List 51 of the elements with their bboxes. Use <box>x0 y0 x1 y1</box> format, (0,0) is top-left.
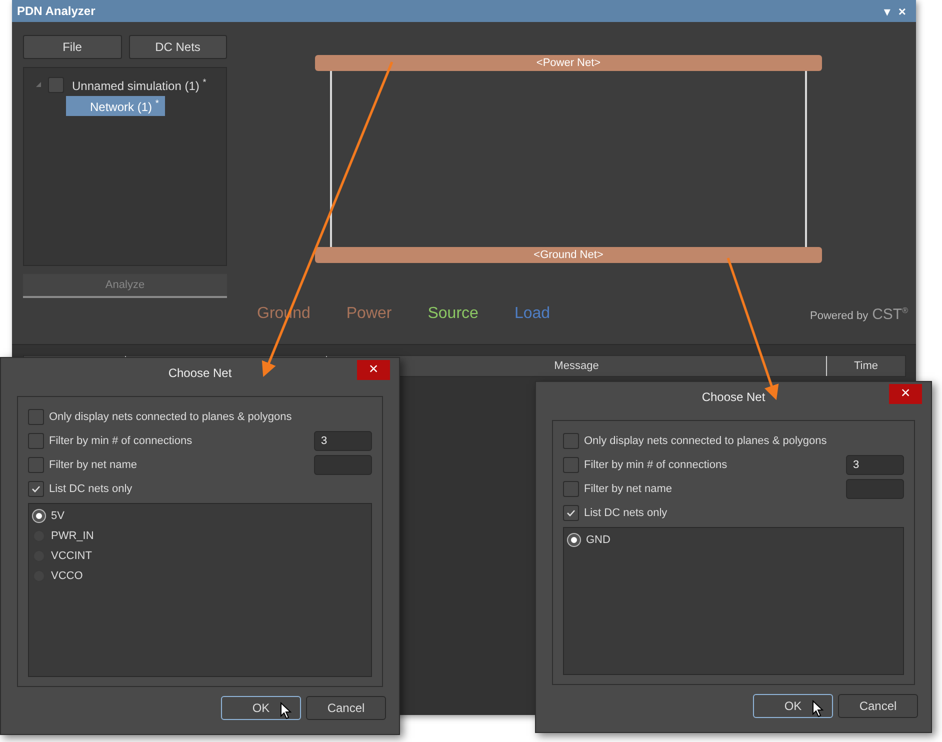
toolbar-button[interactable]: File <box>23 35 122 59</box>
net-name[interactable]: VCCINT <box>51 550 92 562</box>
checkbox[interactable] <box>563 457 579 473</box>
option-label[interactable]: Filter by net name <box>49 459 309 471</box>
option-label[interactable]: List DC nets only <box>584 507 904 519</box>
checkbox[interactable] <box>563 505 579 521</box>
checkbox[interactable] <box>563 481 579 497</box>
radio-button[interactable] <box>33 510 45 522</box>
input-field[interactable] <box>314 455 372 475</box>
window-title: PDN Analyzer <box>17 4 96 18</box>
option-label[interactable]: Filter by net name <box>584 483 841 495</box>
checkbox[interactable] <box>28 409 44 425</box>
tree-item[interactable]: Unnamed simulation (1) $^{*}$ <box>70 74 212 94</box>
option-label[interactable]: Only display nets connected to planes & polygons <box>49 411 372 423</box>
toolbar-button[interactable]: DC Nets <box>128 35 227 59</box>
dialog-title: Choose Net <box>168 366 232 380</box>
checkmark-icon <box>566 508 576 518</box>
checkmark-icon <box>31 484 41 494</box>
menu-dropdown-button[interactable]: ▾ <box>882 4 892 18</box>
input-field[interactable]: 3 <box>314 431 372 451</box>
checkbox[interactable] <box>48 76 64 92</box>
checkbox[interactable] <box>563 433 579 449</box>
powered-by-label: Powered by <box>810 310 868 322</box>
close-button[interactable]: × <box>357 360 390 380</box>
close-button[interactable]: × <box>889 384 922 404</box>
close-button[interactable]: × <box>896 4 908 18</box>
dialog-button[interactable]: Cancel <box>838 694 918 718</box>
input-field[interactable] <box>846 479 904 499</box>
net-name[interactable]: VCCO <box>51 570 83 582</box>
dialog-button[interactable]: OK <box>221 696 301 720</box>
option-label[interactable]: Filter by min # of connections <box>49 435 309 447</box>
net-name[interactable]: PWR_IN <box>51 530 94 542</box>
checkbox[interactable] <box>28 457 44 473</box>
expander-icon[interactable] <box>35 81 42 88</box>
radio-button[interactable] <box>568 534 580 546</box>
option-label[interactable]: List DC nets only <box>49 483 372 495</box>
checkbox[interactable] <box>28 433 44 449</box>
option-label[interactable]: Only display nets connected to planes & polygons <box>584 435 904 447</box>
net-name[interactable]: GND <box>586 534 610 546</box>
brand-logo: CST$^{®}$ <box>872 306 908 322</box>
net-name[interactable]: 5V <box>51 510 64 522</box>
option-label[interactable]: Filter by min # of connections <box>584 459 841 471</box>
dialog-title: Choose Net <box>702 390 766 404</box>
column-header[interactable]: Time <box>827 356 905 376</box>
input-field[interactable]: 3 <box>846 455 904 475</box>
checkbox[interactable] <box>28 481 44 497</box>
legend-label: Load <box>514 305 550 323</box>
dialog-button[interactable]: OK <box>753 694 833 718</box>
dialog-button[interactable]: Cancel <box>306 696 386 720</box>
legend-label: Power <box>346 305 392 323</box>
legend-label: Source <box>428 305 478 323</box>
